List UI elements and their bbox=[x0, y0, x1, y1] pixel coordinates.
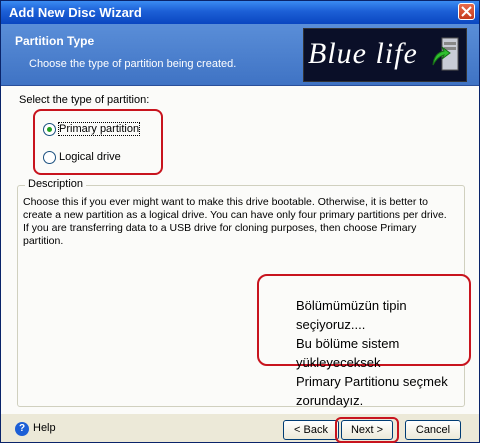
help-icon[interactable]: ? bbox=[15, 422, 29, 436]
annotation-line-3: Primary Partitionu seçmek zorundayız. bbox=[296, 374, 448, 408]
annotation-text: Bölümümüzün tipin seçiyoruz.... Bu bölüm… bbox=[296, 296, 479, 410]
description-text: Choose this if you ever might want to ma… bbox=[23, 196, 447, 247]
logo-text: Blue life bbox=[308, 37, 418, 70]
help-link[interactable]: Help bbox=[33, 422, 56, 434]
blue-life-logo: Blue life bbox=[303, 28, 467, 82]
close-button[interactable] bbox=[458, 3, 475, 20]
page-title: Partition Type bbox=[15, 34, 95, 48]
partition-type-label: Select the type of partition: bbox=[19, 94, 150, 106]
annotation-line-2: Bu bölüme sistem yükleyeceksek bbox=[296, 336, 400, 370]
back-button[interactable]: < Back bbox=[283, 420, 339, 440]
primary-partition-option[interactable]: Primary partition bbox=[43, 120, 141, 138]
window-title: Add New Disc Wizard bbox=[9, 5, 142, 20]
title-bar[interactable]: Add New Disc Wizard bbox=[1, 1, 479, 24]
logical-radio[interactable] bbox=[43, 150, 56, 164]
wizard-footer: ? Help < Back Next > Cancel bbox=[1, 415, 479, 443]
logical-drive-option[interactable]: Logical drive bbox=[43, 148, 121, 166]
wizard-window: Add New Disc Wizard Partition Type Choos… bbox=[0, 0, 480, 443]
next-button[interactable]: Next > bbox=[341, 420, 393, 440]
description-title: Description bbox=[25, 178, 87, 190]
close-icon bbox=[461, 6, 472, 17]
page-subtitle: Choose the type of partition being creat… bbox=[29, 58, 237, 70]
computer-icon bbox=[432, 37, 459, 71]
cancel-button[interactable]: Cancel bbox=[405, 420, 461, 440]
annotation-line-1: Bölümümüzün tipin seçiyoruz.... bbox=[296, 298, 407, 332]
wizard-body: Select the type of partition: Primary pa… bbox=[1, 86, 479, 414]
logical-drive-label: Logical drive bbox=[59, 151, 121, 163]
primary-partition-label: Primary partition bbox=[57, 122, 141, 136]
primary-radio[interactable] bbox=[43, 122, 56, 136]
